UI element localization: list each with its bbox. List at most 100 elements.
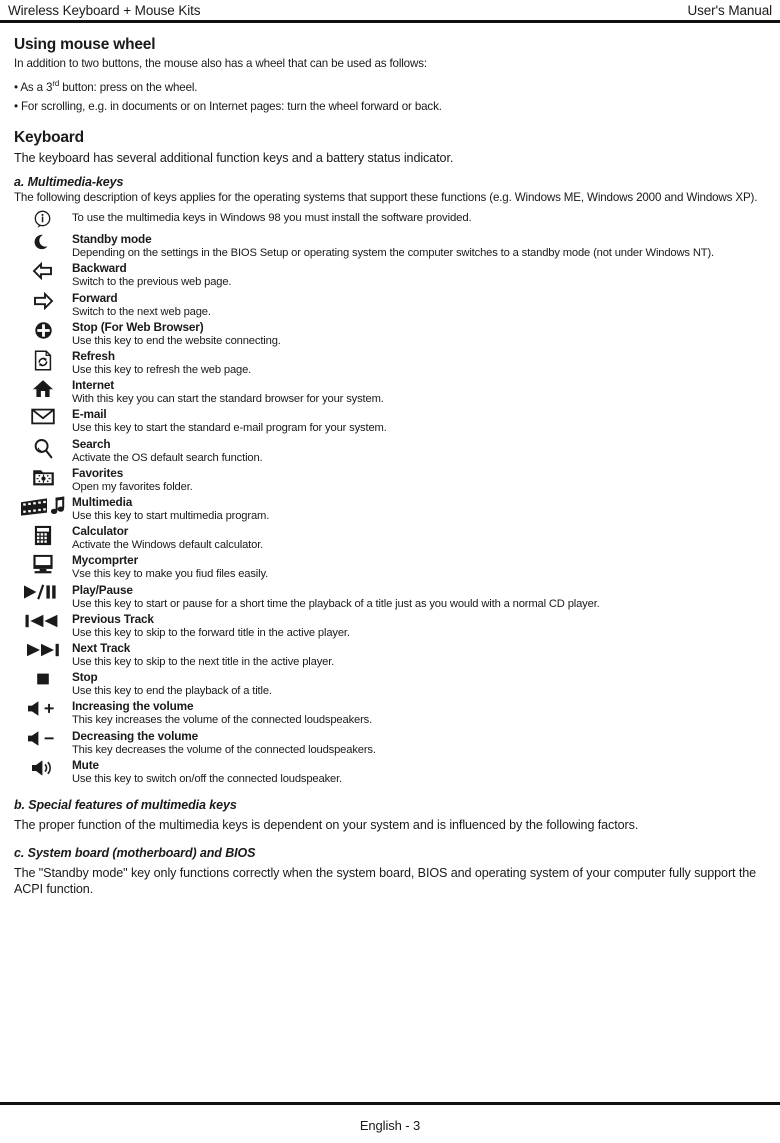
note-row: To use the multimedia keys in Windows 98… <box>14 209 778 231</box>
key-desc: Activate the OS default search function. <box>72 451 263 464</box>
key-name: Calculator <box>72 524 129 539</box>
key-row-standby-mode: Standby mode Depending on the settings i… <box>14 232 778 260</box>
key-desc: This key decreases the volume of the con… <box>72 743 376 756</box>
key-desc: Use this key to end the playback of a ti… <box>72 685 272 698</box>
key-row-refresh: Refresh Use this key to refresh the web … <box>14 349 778 377</box>
monitor-icon <box>14 553 72 574</box>
key-desc: With this key you can start the standard… <box>72 393 384 406</box>
key-desc: Use this key to skip to the forward titl… <box>72 626 350 639</box>
key-name: Favorites <box>72 465 124 480</box>
key-row-internet: Internet With this key you can start the… <box>14 378 778 406</box>
multimedia-key-list: To use the multimedia keys in Windows 98… <box>14 209 778 786</box>
key-row-favorites: Favorites Open my favorites folder. <box>14 466 778 494</box>
page-content: Using mouse wheel In addition to two but… <box>14 30 778 899</box>
section-heading-keyboard: Keyboard <box>14 128 84 146</box>
key-desc: Switch to the next web page. <box>72 305 211 318</box>
key-row-mute: Mute Use this key to switch on/off the c… <box>14 758 778 786</box>
arrow-right-icon <box>14 291 72 310</box>
key-desc: Use this key to start the standard e-mai… <box>72 422 387 435</box>
key-name: Forward <box>72 290 118 305</box>
key-row-stop: Stop Use this key to end the playback of… <box>14 670 778 698</box>
key-desc: Open my favorites folder. <box>72 480 193 493</box>
page-number-label: English - 3 <box>359 1118 421 1133</box>
special-features-intro: The proper function of the multimedia ke… <box>14 818 639 833</box>
key-desc: Depending on the settings in the BIOS Se… <box>72 247 714 260</box>
subsection-heading-multimedia-keys: a. Multimedia-keys <box>14 174 124 189</box>
note-text-wrap: To use the multimedia keys in Windows 98… <box>72 209 778 225</box>
home-icon <box>14 378 72 398</box>
key-desc: Use this key to start or pause for a sho… <box>72 597 600 610</box>
volume-up-icon <box>14 699 72 717</box>
section-heading-using-mouse-wheel: Using mouse wheel <box>14 36 156 53</box>
key-row-multimedia: Multimedia Use this key to start multime… <box>14 495 778 523</box>
key-name: Play/Pause <box>72 582 133 597</box>
key-row-volume-up: Increasing the volume This key increases… <box>14 699 778 727</box>
manual-page: Wireless Keyboard + Mouse Kits User's Ma… <box>0 0 780 1143</box>
magnifier-icon <box>14 437 72 459</box>
key-desc: Activate the Windows default calculator. <box>72 539 264 552</box>
previous-track-icon <box>14 612 72 629</box>
system-board-bios-intro: The "Standby mode" key only functions co… <box>14 866 757 897</box>
filmstrip-music-icon <box>14 495 72 518</box>
key-name: Standby mode <box>72 232 152 247</box>
key-name: Multimedia <box>72 495 133 510</box>
key-name: Search <box>72 436 111 451</box>
moon-icon <box>14 232 72 253</box>
key-name: Backward <box>72 261 127 276</box>
key-desc: Use this key to switch on/off the connec… <box>72 772 343 785</box>
key-desc: Use this key to skip to the next title i… <box>72 656 335 669</box>
key-desc: Use this key to refresh the web page. <box>72 364 252 377</box>
key-row-email: E-mail Use this key to start the standar… <box>14 407 778 435</box>
key-desc: Vse this key to make you fiud files easi… <box>72 568 269 581</box>
mouse-wheel-bullet-third-button: • As a 3rd button: press on the wheel. <box>14 77 778 95</box>
volume-down-icon <box>14 729 72 747</box>
mute-icon <box>14 758 72 777</box>
favorites-folder-icon <box>14 466 72 487</box>
header-divider-rule <box>0 20 780 23</box>
key-name: Decreasing the volume <box>72 728 199 743</box>
key-name: Previous Track <box>72 611 154 626</box>
key-name: Internet <box>72 378 115 393</box>
next-track-icon <box>14 641 72 658</box>
key-row-next-track: Next Track Use this key to skip to the n… <box>14 641 778 669</box>
arrow-left-icon <box>14 261 72 281</box>
key-row-previous-track: Previous Track Use this key to skip to t… <box>14 612 778 640</box>
key-name: Mycomprter <box>72 553 139 568</box>
header-product-title: Wireless Keyboard + Mouse Kits <box>8 2 201 18</box>
mouse-wheel-bullet-scrolling: • For scrolling, e.g. in documents or on… <box>14 100 442 114</box>
key-name: Mute <box>72 757 99 772</box>
key-desc: Switch to the previous web page. <box>72 276 232 289</box>
bullet1-suffix: button: press on the wheel. <box>59 80 198 94</box>
key-row-stop-browser: Stop (For Web Browser) Use this key to e… <box>14 320 778 348</box>
info-icon <box>14 209 72 230</box>
key-row-backward: Backward Switch to the previous web page… <box>14 261 778 289</box>
key-desc: This key increases the volume of the con… <box>72 714 373 727</box>
key-name: Increasing the volume <box>72 699 194 714</box>
note-text: To use the multimedia keys in Windows 98… <box>72 212 472 225</box>
stop-square-icon <box>14 670 72 687</box>
key-desc: Use this key to end the website connecti… <box>72 334 281 347</box>
footer-divider-rule <box>0 1102 780 1105</box>
key-desc: Use this key to start multimedia program… <box>72 510 270 523</box>
running-header: Wireless Keyboard + Mouse Kits User's Ma… <box>0 0 780 20</box>
multimedia-keys-intro: The following description of keys applie… <box>14 190 758 204</box>
key-row-forward: Forward Switch to the next web page. <box>14 291 778 319</box>
subsection-heading-system-board-bios: c. System board (motherboard) and BIOS <box>14 846 256 861</box>
header-document-title: User's Manual <box>687 2 772 18</box>
play-pause-icon <box>14 583 72 600</box>
key-name: Stop <box>72 670 98 685</box>
refresh-icon <box>14 349 72 371</box>
keyboard-intro: The keyboard has several additional func… <box>14 150 454 165</box>
calculator-icon <box>14 524 72 546</box>
key-name: Stop (For Web Browser) <box>72 319 204 334</box>
key-row-play-pause: Play/Pause Use this key to start or paus… <box>14 583 778 611</box>
key-name: Refresh <box>72 349 115 364</box>
bullet1-prefix: • As a 3 <box>14 80 53 94</box>
subsection-heading-special-features: b. Special features of multimedia keys <box>14 798 237 813</box>
key-row-search: Search Activate the OS default search fu… <box>14 437 778 465</box>
key-row-volume-down: Decreasing the volume This key decreases… <box>14 729 778 757</box>
envelope-icon <box>14 407 72 425</box>
footer: English - 3 <box>0 1118 780 1133</box>
stop-browser-icon <box>14 320 72 340</box>
key-row-my-computer: Mycomprter Vse this key to make you fiud… <box>14 553 778 581</box>
